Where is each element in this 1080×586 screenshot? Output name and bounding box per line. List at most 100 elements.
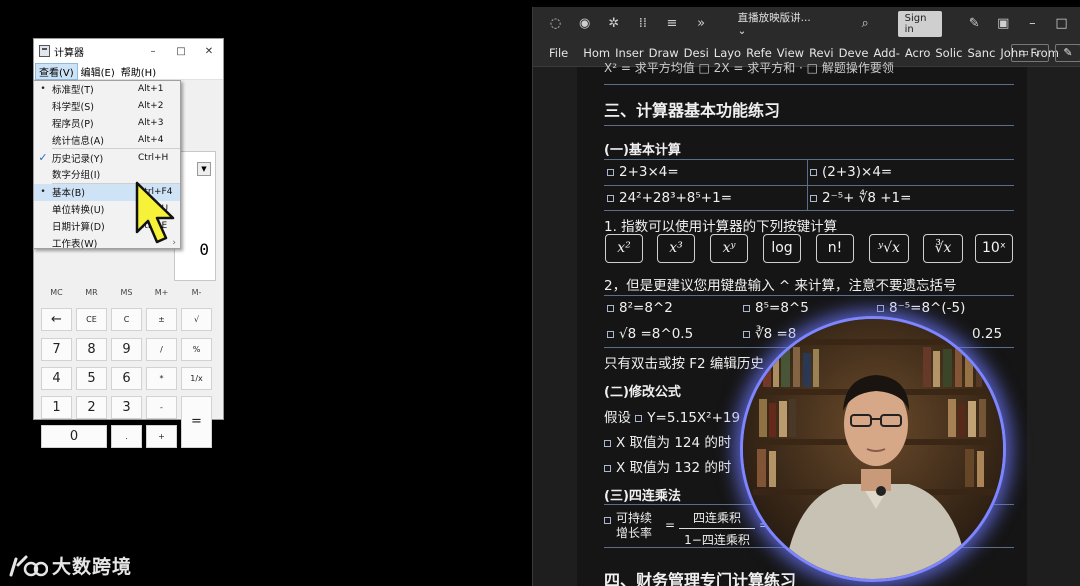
- overflow-icon[interactable]: »: [691, 14, 712, 34]
- radio-dot-icon: •: [40, 187, 46, 198]
- list-icon[interactable]: ≡: [661, 14, 682, 34]
- keyboard-note: 2，但是更建议您用键盘输入 ^ 来计算，注意不要遗忘括号: [604, 278, 957, 294]
- editing-button[interactable]: ✎: [1055, 44, 1080, 62]
- key-log: log: [763, 234, 801, 263]
- calculator-titlebar[interactable]: 计算器 – □ ✕: [34, 39, 223, 63]
- backspace-key[interactable]: ←: [41, 308, 72, 331]
- key-1[interactable]: 1: [41, 396, 72, 419]
- checkbox[interactable]: [607, 330, 614, 338]
- key-2[interactable]: 2: [76, 396, 107, 419]
- key-4[interactable]: 4: [41, 367, 72, 390]
- mc-button[interactable]: MC: [40, 284, 73, 302]
- checkbox[interactable]: [810, 194, 817, 202]
- key-8[interactable]: 8: [76, 338, 107, 361]
- ce-key[interactable]: CE: [76, 308, 107, 331]
- tab-design[interactable]: Desi: [684, 46, 709, 60]
- menu-item-history[interactable]: ✓ 历史记录(Y) Ctrl+H: [34, 149, 180, 166]
- eye-icon[interactable]: ◉: [574, 14, 595, 34]
- maximize-button[interactable]: □: [167, 46, 195, 57]
- mminus-button[interactable]: M-: [180, 284, 213, 302]
- menu-item-programmer[interactable]: 程序员(P) Alt+3: [34, 115, 180, 132]
- mplus-button[interactable]: M+: [145, 284, 178, 302]
- key-y-root-x: ʸ√x: [869, 234, 909, 263]
- minus-key[interactable]: -: [146, 396, 177, 419]
- plus-key[interactable]: +: [146, 425, 177, 448]
- tab-draw[interactable]: Draw: [649, 46, 679, 60]
- decimal-key[interactable]: .: [111, 425, 142, 448]
- tab-sanc[interactable]: Sanc: [967, 46, 995, 60]
- section4-title: 四、财务管理专门计算练习: [604, 571, 797, 586]
- search-icon[interactable]: ⌕: [855, 14, 876, 34]
- checkbox[interactable]: [604, 516, 611, 524]
- checkbox[interactable]: [810, 168, 817, 176]
- menu-help[interactable]: 帮助(H): [118, 64, 159, 79]
- tab-solid[interactable]: Solic: [935, 46, 962, 60]
- checkbox[interactable]: [877, 304, 884, 312]
- tab-view[interactable]: View: [777, 46, 804, 60]
- checkbox[interactable]: [607, 194, 614, 202]
- tab-insert[interactable]: Inser: [615, 46, 643, 60]
- title-toolbar: ◌ ◉ ✲ ⁞⁞ ≡ » 直播放映版讲... ⌄ ⌕ Sign in ✎ ▣ –…: [533, 7, 1080, 40]
- sign-key[interactable]: ±: [146, 308, 177, 331]
- key-9[interactable]: 9: [111, 338, 142, 361]
- menu-view[interactable]: 查看(V): [35, 62, 78, 80]
- checkbox[interactable]: [604, 439, 611, 447]
- multiply-key[interactable]: *: [146, 367, 177, 390]
- key-7[interactable]: 7: [41, 338, 72, 361]
- tab-acrobat[interactable]: Acro: [905, 46, 931, 60]
- grid-icon[interactable]: ⁞⁞: [632, 14, 653, 34]
- calculator-menubar: 查看(V) 编辑(E) 帮助(H): [34, 62, 223, 80]
- tab-references[interactable]: Refe: [746, 46, 772, 60]
- key-5[interactable]: 5: [76, 367, 107, 390]
- menu-item-shortcut: Ctrl+H: [138, 152, 169, 163]
- menu-item-statistics[interactable]: 统计信息(A) Alt+4: [34, 131, 180, 148]
- menu-item-shortcut: Alt+2: [138, 101, 164, 112]
- key-x-power-y: xʸ: [710, 234, 748, 263]
- close-button[interactable]: ✕: [195, 46, 223, 57]
- maximize-icon[interactable]: □: [1051, 14, 1072, 34]
- minimize-button[interactable]: –: [139, 46, 167, 57]
- divide-key[interactable]: /: [146, 338, 177, 361]
- tab-review[interactable]: Revi: [809, 46, 834, 60]
- menu-item-scientific[interactable]: 科学型(S) Alt+2: [34, 98, 180, 115]
- percent-key[interactable]: %: [181, 338, 212, 361]
- ms-button[interactable]: MS: [110, 284, 143, 302]
- chevron-down-icon[interactable]: ▼: [197, 162, 211, 176]
- tab-file[interactable]: File: [549, 46, 568, 60]
- mr-button[interactable]: MR: [75, 284, 108, 302]
- kbd-example-4: √8 =8^0.5: [607, 326, 693, 342]
- tab-developer[interactable]: Deve: [839, 46, 869, 60]
- equals-key[interactable]: =: [181, 396, 212, 448]
- present-icon[interactable]: ▣: [993, 14, 1014, 34]
- settings-icon[interactable]: ✲: [603, 14, 624, 34]
- sync-icon[interactable]: ◌: [545, 14, 566, 34]
- pen-icon[interactable]: ✎: [964, 14, 985, 34]
- checkbox[interactable]: [607, 168, 614, 176]
- document-title[interactable]: 直播放映版讲... ⌄: [738, 10, 813, 37]
- exponent-note: 1. 指数可以使用计算器的下列按键计算: [604, 219, 838, 235]
- tab-layout[interactable]: Layo: [714, 46, 741, 60]
- sign-in-button[interactable]: Sign in: [897, 10, 942, 37]
- c-key[interactable]: C: [111, 308, 142, 331]
- menu-item-label: 基本(B): [52, 188, 85, 200]
- checkbox[interactable]: [607, 304, 614, 312]
- menu-item-standard[interactable]: • 标准型(T) Alt+1: [34, 81, 180, 98]
- comment-button[interactable]: ▭ ⌄: [1011, 44, 1049, 62]
- sqrt-key[interactable]: √: [181, 308, 212, 331]
- key-6[interactable]: 6: [111, 367, 142, 390]
- menu-edit[interactable]: 编辑(E): [78, 64, 118, 79]
- minimize-icon[interactable]: –: [1022, 14, 1043, 34]
- checkbox[interactable]: [635, 414, 643, 422]
- sub2-title: (二)修改公式: [604, 385, 681, 400]
- tab-addins[interactable]: Add-: [873, 46, 899, 60]
- tab-home[interactable]: Hom: [583, 46, 610, 60]
- brand-name: 大数跨境: [52, 556, 133, 578]
- checkbox[interactable]: [743, 304, 750, 312]
- menu-item-shortcut: Alt+1: [138, 84, 164, 95]
- reciprocal-key[interactable]: 1/x: [181, 367, 212, 390]
- key-0[interactable]: 0: [41, 425, 107, 448]
- checkbox[interactable]: [743, 330, 750, 338]
- checkbox[interactable]: [604, 464, 611, 472]
- presenter-video: [743, 319, 1003, 579]
- key-3[interactable]: 3: [111, 396, 142, 419]
